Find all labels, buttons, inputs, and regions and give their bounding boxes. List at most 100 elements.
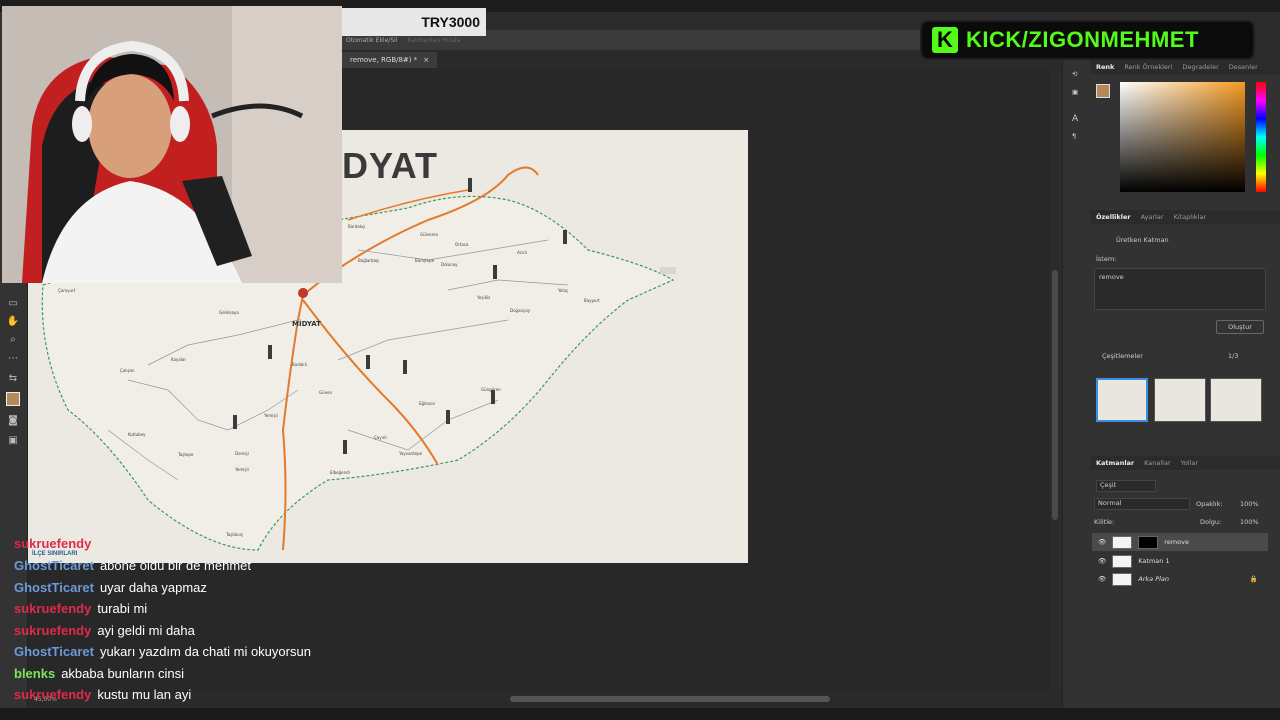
chat-text: abone oldu bir de mehmet <box>99 558 251 573</box>
chat-message: GhostTicaret abone oldu bir de mehmet <box>14 558 251 573</box>
layer-filter-select[interactable]: Çeşit <box>1096 480 1156 492</box>
tab-patterns[interactable]: Desenler <box>1229 63 1258 71</box>
layer-row[interactable]: 👁 remove <box>1092 533 1268 551</box>
visibility-eye-icon[interactable]: 👁 <box>1098 575 1106 583</box>
chat-message: GhostTicaret uyar daha yapmaz <box>14 580 207 595</box>
place-label: Bağlarbaşı <box>358 258 380 263</box>
tab-paths[interactable]: Yollar <box>1181 459 1198 467</box>
opacity-input[interactable]: 100% <box>1240 500 1259 508</box>
place-label: Çalışan <box>120 368 135 373</box>
panel-icon-strip: ⟲ ▣ A ¶ <box>1062 60 1090 708</box>
foreground-swatch[interactable] <box>1096 84 1110 98</box>
chat-message: blenks akbaba bunların cinsi <box>14 666 184 681</box>
place-label: Ortaca <box>455 242 469 247</box>
swap-colors-icon[interactable]: ⇆ <box>6 372 20 386</box>
layer-name: Arka Plan <box>1138 575 1170 583</box>
paragraph-icon[interactable]: ¶ <box>1072 132 1076 140</box>
zoom-tool-icon[interactable]: ⌕ <box>6 333 20 347</box>
donation-goal: TRY3000 <box>342 8 486 36</box>
generative-layer-label: Üretken Katman <box>1116 236 1169 244</box>
place-label: Kayalar <box>171 357 187 362</box>
history-icon[interactable]: ⟲ <box>1072 70 1077 78</box>
chat-text: yukarı yazdım da chati mi okuyorsun <box>99 644 311 659</box>
place-label: Çamyurt <box>58 288 76 293</box>
place-label: Bardakçı <box>348 224 366 229</box>
place-label: Budaklı <box>292 362 307 367</box>
vertical-scrollbar[interactable] <box>1052 270 1058 520</box>
marquee-tool-icon[interactable]: ▭ <box>6 297 20 311</box>
place-label: Yemişli <box>264 413 278 418</box>
hue-slider[interactable] <box>1256 82 1266 192</box>
fill-input[interactable]: 100% <box>1240 518 1259 526</box>
chat-message: sukruefendy turabi mi <box>14 601 147 616</box>
place-label: Dereiçi <box>235 451 249 456</box>
streamer-image <box>2 6 342 283</box>
screen: ▭ ✋ ⌕ ⋯ ⇆ ◙ ▣ Otomatik Ekle/Sil Katmanla… <box>0 0 1280 720</box>
auto-select-checkbox[interactable]: Otomatik Ekle/Sil <box>346 37 397 44</box>
properties-panel-tabs: Özellikler Ayarlar Kitaplıklar <box>1090 210 1280 224</box>
place-label: Taştepe <box>178 452 194 457</box>
generate-button[interactable]: Oluştur <box>1216 320 1264 334</box>
tab-channels[interactable]: Kanallar <box>1144 459 1171 467</box>
document-tab[interactable]: remove, RGB/8#) * × <box>342 52 438 68</box>
chat-username: sukruefendy <box>14 623 92 638</box>
opacity-label: Opaklık: <box>1196 500 1223 508</box>
tab-gradients[interactable]: Degradeler <box>1182 63 1218 71</box>
color-picker-field[interactable] <box>1120 82 1245 192</box>
quick-mask-icon[interactable]: ◙ <box>6 414 20 428</box>
visibility-eye-icon[interactable]: 👁 <box>1098 557 1106 565</box>
chat-username: blenks <box>14 666 56 681</box>
map-title: DYAT <box>342 145 439 186</box>
screen-mode-icon[interactable]: ▣ <box>6 434 20 448</box>
chat-overlay: sukruefendy İLÇE SINIRLARI GhostTicaret a… <box>8 536 408 708</box>
horizontal-scrollbar[interactable] <box>510 696 830 702</box>
chat-message: GhostTicaret yukarı yazdım da chati mi ok… <box>14 644 311 659</box>
place-label: Acırlı <box>517 250 527 255</box>
variations-count: 1/3 <box>1228 352 1239 360</box>
kick-logo-icon: K <box>932 27 958 53</box>
tab-properties[interactable]: Özellikler <box>1096 213 1131 221</box>
more-tools-icon[interactable]: ⋯ <box>6 352 20 366</box>
place-label: Bayyurt <box>584 298 600 303</box>
hand-tool-icon[interactable]: ✋ <box>6 315 20 329</box>
character-icon[interactable]: A <box>1072 114 1078 124</box>
visibility-eye-icon[interactable]: 👁 <box>1098 538 1106 546</box>
layers-panel-tabs: Katmanlar Kanallar Yollar <box>1090 456 1280 470</box>
chat-text: turabi mi <box>97 601 148 616</box>
kick-channel-name: KICK/ZIGONMEHMET <box>966 27 1199 52</box>
variation-thumbnail[interactable] <box>1210 378 1262 422</box>
foreground-color-swatch[interactable] <box>6 392 20 406</box>
tab-adjustments[interactable]: Ayarlar <box>1141 213 1164 221</box>
tab-color[interactable]: Renk <box>1096 63 1114 71</box>
layer-thumbnail <box>1112 535 1133 549</box>
place-label: Eğlence <box>419 401 435 406</box>
erased-patch <box>660 267 676 274</box>
layer-mask-thumbnail <box>1138 535 1159 549</box>
layer-name: remove <box>1164 538 1189 546</box>
tab-libraries[interactable]: Kitaplıklar <box>1174 213 1207 221</box>
layer-row[interactable]: 👁 Katman 1 <box>1092 552 1268 570</box>
chat-username: sukruefendy <box>14 601 92 616</box>
comments-icon[interactable]: ▣ <box>1072 88 1078 96</box>
chat-text: akbaba bunların cinsi <box>61 666 185 681</box>
lock-icon: 🔒 <box>1249 575 1258 583</box>
variation-thumbnail[interactable] <box>1096 378 1148 422</box>
tab-layers[interactable]: Katmanlar <box>1096 459 1134 467</box>
color-panel-tabs: Renk Renk Örnekleri Degradeler Desenler <box>1090 60 1280 74</box>
place-label: Yeşilöz <box>477 295 491 300</box>
webcam-overlay <box>2 6 342 283</box>
tab-swatches[interactable]: Renk Örnekleri <box>1124 63 1172 71</box>
document-tab-label: remove, RGB/8#) * <box>350 56 418 64</box>
blend-mode-select[interactable]: Normal <box>1094 498 1190 510</box>
place-label: Güven <box>319 390 332 395</box>
chat-text: ayi geldi mi daha <box>97 623 195 638</box>
prompt-label: İstem: <box>1096 255 1117 263</box>
variations-label: Çeşitlemeler <box>1102 352 1143 360</box>
prompt-input[interactable]: remove <box>1094 268 1266 310</box>
bottom-strip <box>0 708 1280 720</box>
layer-row[interactable]: 👁 Arka Plan 🔒 <box>1092 570 1268 588</box>
close-tab-icon[interactable]: × <box>423 56 429 64</box>
variation-thumbnail[interactable] <box>1154 378 1206 422</box>
align-layers-option[interactable]: Katmanları Hizala <box>407 37 460 44</box>
fill-label: Dolgu: <box>1200 518 1222 526</box>
